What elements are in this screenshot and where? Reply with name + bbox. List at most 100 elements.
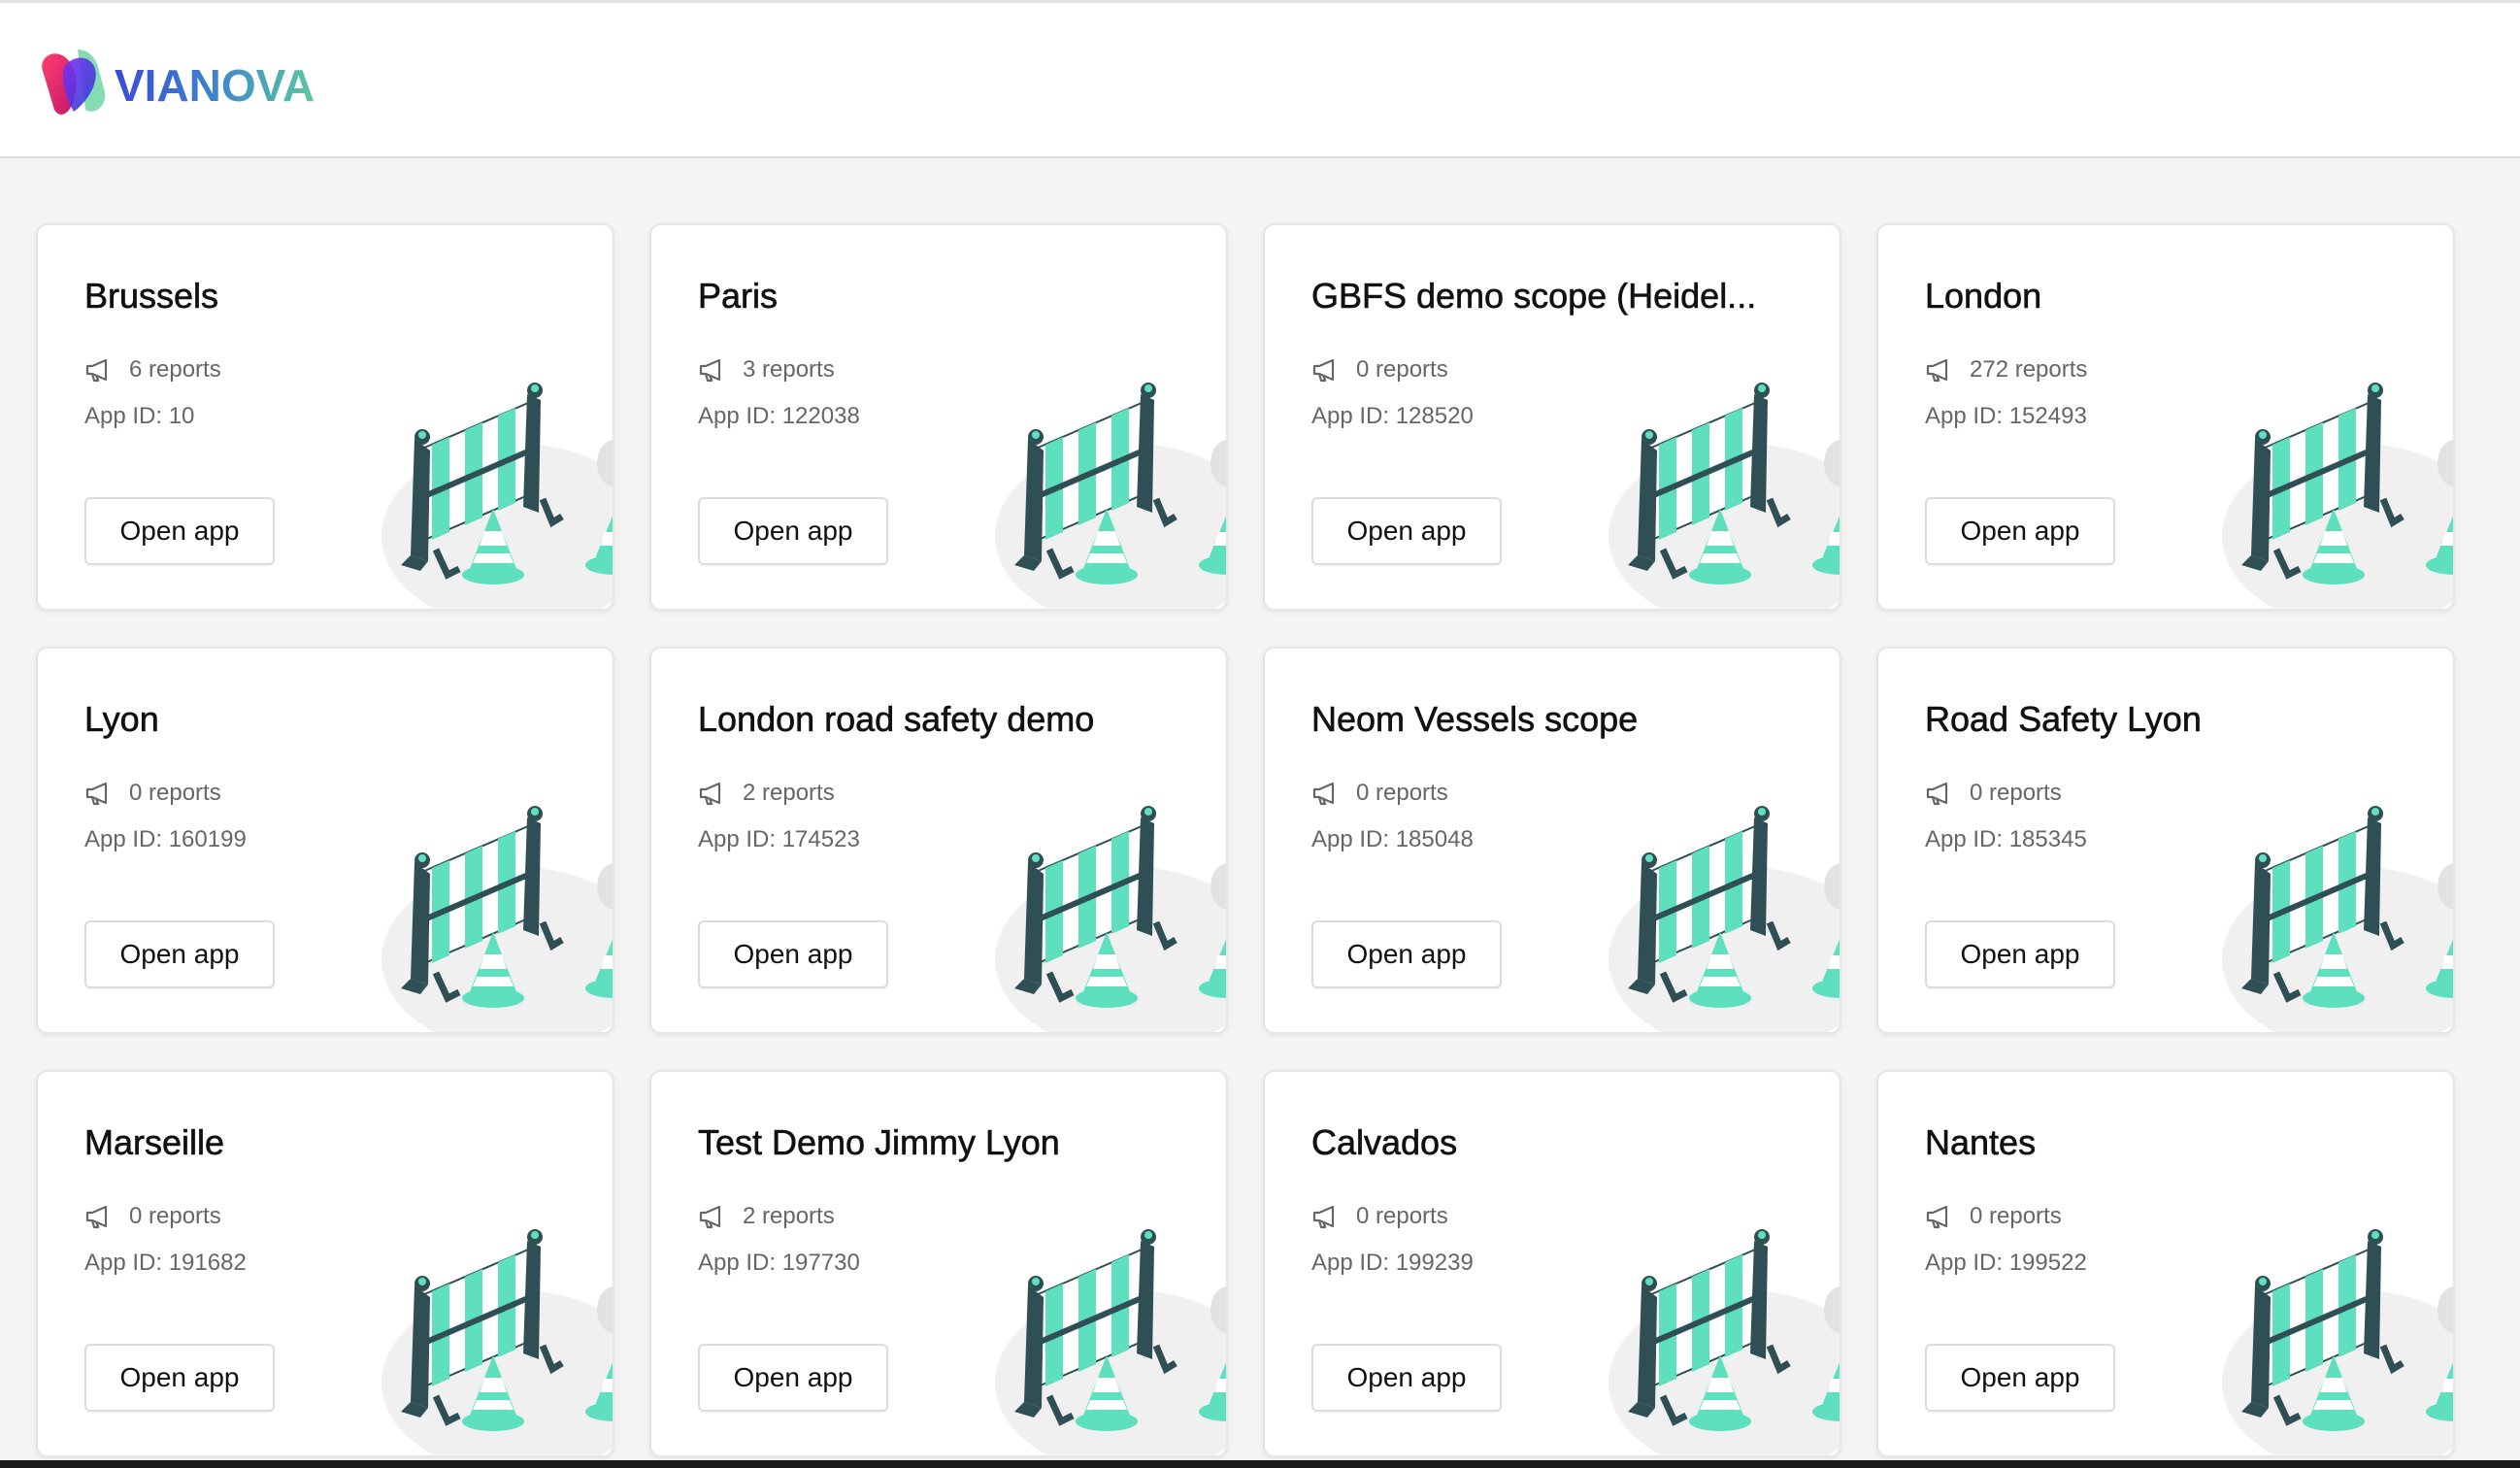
reports-count: 3 reports — [743, 356, 835, 383]
road-barrier-illustration — [1608, 383, 1840, 609]
open-app-button[interactable]: Open app — [1925, 920, 2115, 988]
road-barrier-illustration — [1608, 1229, 1840, 1455]
reports-row: 0 reports — [84, 780, 221, 807]
app-id: App ID: 160199 — [84, 826, 247, 852]
reports-count: 0 reports — [1356, 356, 1448, 383]
road-barrier-illustration — [381, 806, 613, 1032]
app-id: App ID: 122038 — [698, 403, 860, 429]
app-card-12: Nantes 0 reports App ID: 199522 Open app — [1876, 1070, 2455, 1457]
card-title: Lyon — [84, 699, 159, 739]
open-app-button[interactable]: Open app — [1311, 1344, 1502, 1412]
card-title: Nantes — [1925, 1122, 2037, 1162]
card-title: Road Safety Lyon — [1925, 699, 2202, 739]
reports-row: 0 reports — [1311, 356, 1448, 384]
road-barrier-illustration — [1608, 806, 1840, 1032]
megaphone-icon — [1926, 1205, 1948, 1229]
app-id: App ID: 10 — [84, 403, 195, 429]
road-barrier-illustration — [381, 383, 613, 609]
app-card-7: Neom Vessels scope 0 reports App ID: 185… — [1263, 647, 1841, 1034]
reports-count: 0 reports — [129, 1203, 221, 1229]
reports-count: 0 reports — [1356, 1203, 1448, 1229]
reports-row: 0 reports — [84, 1203, 221, 1230]
open-app-button[interactable]: Open app — [698, 1344, 888, 1412]
road-barrier-illustration — [2222, 806, 2453, 1032]
app-id: App ID: 199239 — [1311, 1250, 1474, 1276]
card-title: Neom Vessels scope — [1311, 699, 1639, 739]
megaphone-icon — [1312, 782, 1335, 806]
app-id: App ID: 185345 — [1925, 826, 2087, 852]
card-title: Marseille — [84, 1122, 225, 1162]
card-title: London — [1925, 276, 2042, 316]
open-app-button[interactable]: Open app — [1925, 1344, 2115, 1412]
megaphone-icon — [1926, 782, 1948, 806]
reports-count: 2 reports — [743, 780, 835, 806]
app-card-9: Marseille 0 reports App ID: 191682 Open … — [36, 1070, 614, 1457]
megaphone-icon — [85, 782, 108, 806]
road-barrier-illustration — [2222, 383, 2453, 609]
app-header: VIANOVA — [0, 3, 2520, 158]
open-app-button[interactable]: Open app — [1311, 497, 1502, 565]
open-app-button[interactable]: Open app — [698, 497, 888, 565]
app-card-5: Lyon 0 reports App ID: 160199 Open app — [36, 647, 614, 1034]
app-id: App ID: 199522 — [1925, 1250, 2087, 1276]
app-card-3: GBFS demo scope (Heidel... 0 reports App… — [1263, 223, 1841, 611]
apps-grid: Brussels 6 reports App ID: 10 Open app P… — [36, 223, 2455, 1457]
app-id: App ID: 152493 — [1925, 403, 2087, 429]
app-id: App ID: 197730 — [698, 1250, 860, 1276]
reports-count: 6 reports — [129, 356, 221, 383]
card-title: Calvados — [1311, 1122, 1458, 1162]
megaphone-icon — [1312, 358, 1335, 383]
open-app-button[interactable]: Open app — [698, 920, 888, 988]
app-id: App ID: 191682 — [84, 1250, 247, 1276]
open-app-button[interactable]: Open app — [1925, 497, 2115, 565]
megaphone-icon — [1926, 358, 1948, 383]
reports-row: 272 reports — [1925, 356, 2087, 384]
vianova-logo[interactable]: VIANOVA — [35, 42, 315, 125]
open-app-button[interactable]: Open app — [84, 497, 275, 565]
app-card-11: Calvados 0 reports App ID: 199239 Open a… — [1263, 1070, 1841, 1457]
card-title: GBFS demo scope (Heidel... — [1311, 276, 1757, 316]
app-card-10: Test Demo Jimmy Lyon 2 reports App ID: 1… — [649, 1070, 1228, 1457]
reports-row: 6 reports — [84, 356, 221, 384]
reports-count: 0 reports — [129, 780, 221, 806]
road-barrier-illustration — [381, 1229, 613, 1455]
megaphone-icon — [85, 358, 108, 383]
megaphone-icon — [699, 1205, 721, 1229]
vianova-logo-icon — [42, 50, 106, 115]
brand-name: VIANOVA — [115, 60, 315, 111]
megaphone-icon — [699, 358, 721, 383]
reports-count: 272 reports — [1970, 356, 2088, 383]
open-app-button[interactable]: Open app — [84, 1344, 275, 1412]
bottom-edge — [0, 1460, 2520, 1468]
road-barrier-illustration — [995, 383, 1226, 609]
road-barrier-illustration — [2222, 1229, 2453, 1455]
reports-row: 0 reports — [1311, 1203, 1448, 1230]
open-app-button[interactable]: Open app — [84, 920, 275, 988]
reports-count: 2 reports — [743, 1203, 835, 1229]
app-card-6: London road safety demo 2 reports App ID… — [649, 647, 1228, 1034]
app-id: App ID: 185048 — [1311, 826, 1474, 852]
card-title: Test Demo Jimmy Lyon — [698, 1122, 1060, 1162]
road-barrier-illustration — [995, 806, 1226, 1032]
app-card-4: London 272 reports App ID: 152493 Open a… — [1876, 223, 2455, 611]
card-title: Brussels — [84, 276, 219, 316]
reports-row: 2 reports — [698, 1203, 835, 1230]
card-title: London road safety demo — [698, 699, 1095, 739]
megaphone-icon — [1312, 1205, 1335, 1229]
road-barrier-illustration — [995, 1229, 1226, 1455]
app-id: App ID: 174523 — [698, 826, 860, 852]
app-card-1: Brussels 6 reports App ID: 10 Open app — [36, 223, 614, 611]
reports-count: 0 reports — [1356, 780, 1448, 806]
megaphone-icon — [699, 782, 721, 806]
app-card-8: Road Safety Lyon 0 reports App ID: 18534… — [1876, 647, 2455, 1034]
card-title: Paris — [698, 276, 779, 316]
reports-row: 0 reports — [1311, 780, 1448, 807]
reports-row: 3 reports — [698, 356, 835, 384]
app-id: App ID: 128520 — [1311, 403, 1474, 429]
open-app-button[interactable]: Open app — [1311, 920, 1502, 988]
reports-row: 2 reports — [698, 780, 835, 807]
app-card-2: Paris 3 reports App ID: 122038 Open app — [649, 223, 1228, 611]
reports-count: 0 reports — [1970, 780, 2062, 806]
reports-row: 0 reports — [1925, 780, 2062, 807]
reports-count: 0 reports — [1970, 1203, 2062, 1229]
